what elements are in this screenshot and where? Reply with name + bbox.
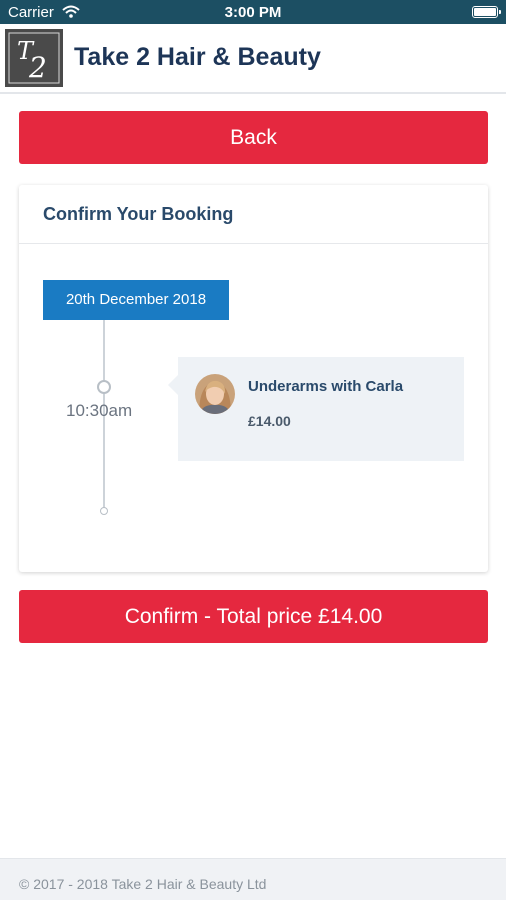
card-header: Confirm Your Booking [19,185,488,244]
battery-icon [472,6,501,18]
timeline-node [97,380,111,394]
date-badge: 20th December 2018 [43,280,229,320]
svg-text:2: 2 [28,51,47,84]
staff-avatar [195,374,235,414]
status-bar: Carrier 3:00 PM [0,0,506,24]
app-header: T 2 Take 2 Hair & Beauty [0,24,506,94]
booking-item[interactable]: Underarms with Carla £14.00 [168,357,464,461]
footer: © 2017 - 2018 Take 2 Hair & Beauty Ltd [0,858,506,900]
brand-logo: T 2 [5,29,63,87]
app-title: Take 2 Hair & Beauty [74,43,321,71]
timeline-end-node [100,507,108,515]
service-price: £14.00 [248,413,291,429]
status-time: 3:00 PM [224,4,282,21]
back-button[interactable]: Back [19,111,488,164]
booking-card: Confirm Your Booking 20th December 2018 … [19,185,488,572]
card-title: Confirm Your Booking [43,204,234,224]
booking-time: 10:30am [66,401,133,420]
confirm-button[interactable]: Confirm - Total price £14.00 [19,590,488,643]
footer-copyright: © 2017 - 2018 Take 2 Hair & Beauty Ltd [19,876,267,892]
service-name: Underarms with Carla [248,378,404,395]
